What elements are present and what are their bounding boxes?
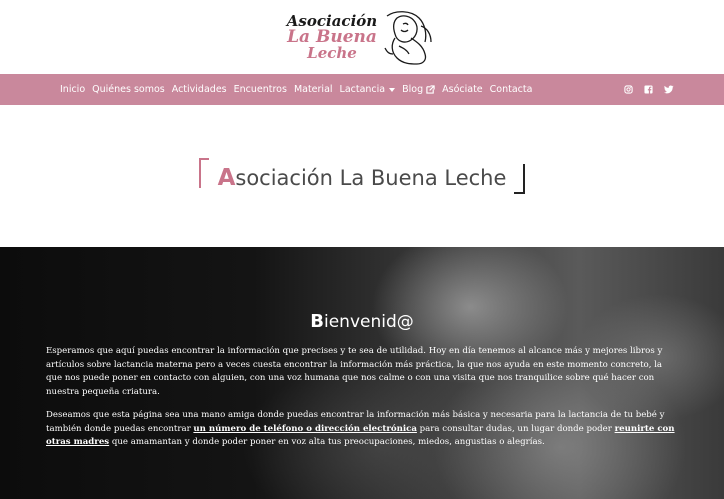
nav-item-material[interactable]: Material: [294, 84, 333, 95]
logo-wordmark: Asociación La Buena Leche: [287, 13, 377, 61]
main-navbar: Inicio Quiénes somos Actividades Encuent…: [0, 74, 724, 105]
twitter-icon[interactable]: [664, 85, 674, 94]
hero-heading: Bienvenid@: [0, 311, 724, 332]
hero-paragraph-1: Esperamos que aquí puedas encontrar la i…: [46, 346, 663, 397]
nav-item-inicio[interactable]: Inicio: [60, 84, 85, 95]
instagram-icon[interactable]: [624, 85, 633, 94]
nav-item-contacta[interactable]: Contacta: [490, 84, 533, 95]
page-title-first-letter: A: [217, 165, 236, 191]
social-links: [624, 85, 674, 94]
logo-line-2: La Buena: [287, 27, 377, 47]
hero-paragraph-2-text-b: para consultar dudas, un lugar donde pod…: [416, 423, 615, 434]
chevron-down-icon: [389, 87, 396, 92]
nav-item-lactancia-label: Lactancia: [339, 84, 386, 95]
hero-paragraph-2: Deseamos que esta página sea una mano am…: [46, 409, 676, 450]
logo-line-3: Leche: [307, 44, 357, 62]
title-bracket-bottom-right: [514, 164, 525, 194]
nav-item-blog-label: Blog: [402, 84, 424, 95]
site-header: Asociación La Buena Leche: [0, 0, 724, 74]
site-logo[interactable]: Asociación La Buena Leche: [287, 8, 437, 66]
title-bracket-top-left: [199, 158, 209, 188]
title-section: Asociación La Buena Leche: [0, 105, 724, 247]
contact-phone-email-link[interactable]: un número de teléfono o dirección electr…: [193, 424, 417, 434]
page-title-rest: sociación La Buena Leche: [235, 166, 507, 190]
nav-item-encuentros[interactable]: Encuentros: [234, 84, 287, 95]
external-link-icon: [426, 85, 435, 94]
hero-heading-first-letter: B: [310, 311, 324, 332]
welcome-hero: Bienvenid@ Esperamos que aquí puedas enc…: [0, 247, 724, 499]
nav-item-quienes-somos[interactable]: Quiénes somos: [92, 84, 165, 95]
breastfeeding-baby-illustration: [384, 11, 432, 65]
nav-item-asociate[interactable]: Asóciate: [442, 84, 483, 95]
nav-item-lactancia[interactable]: Lactancia: [340, 84, 396, 95]
hero-paragraph-2-text-c: que amamantan y donde poder poner en voz…: [109, 437, 545, 447]
page-title: Asociación La Buena Leche: [199, 161, 525, 195]
hero-heading-rest: ienvenid@: [323, 312, 414, 332]
nav-item-blog[interactable]: Blog: [402, 84, 435, 95]
nav-menu: Inicio Quiénes somos Actividades Encuent…: [60, 84, 539, 95]
facebook-icon[interactable]: [644, 85, 653, 94]
nav-item-actividades[interactable]: Actividades: [172, 84, 227, 95]
